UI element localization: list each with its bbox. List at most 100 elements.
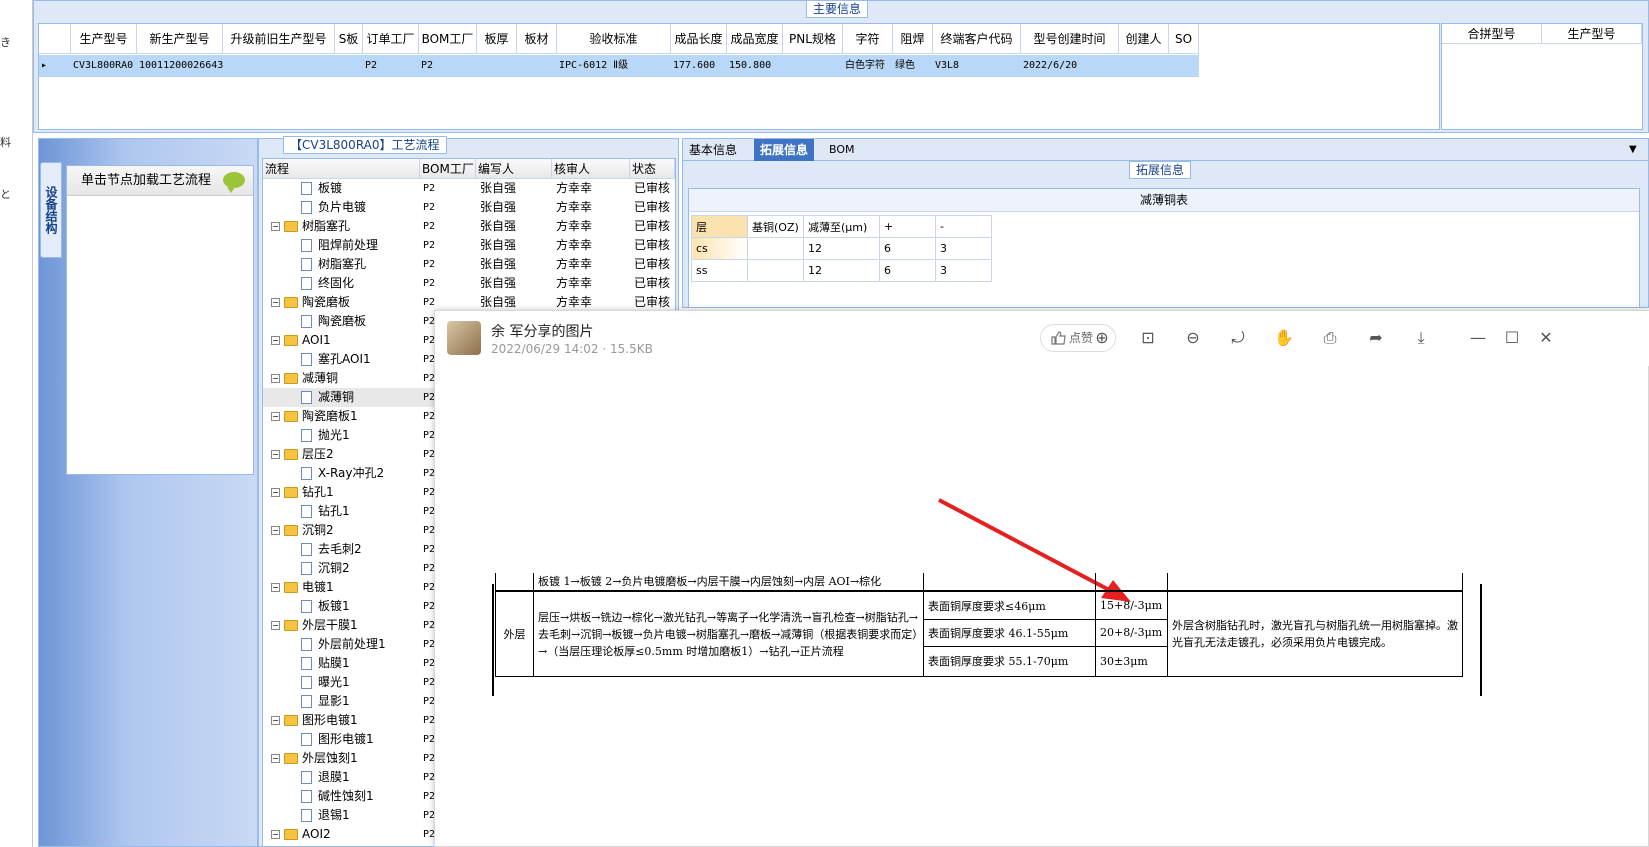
grid-cell[interactable] — [335, 55, 363, 77]
tree-row[interactable]: 终固化 P2 张自强 方幸幸 已审核 — [263, 274, 675, 293]
tree-node[interactable]: 抛光1 — [263, 426, 420, 445]
grid-cell[interactable]: V3L8 — [933, 55, 1021, 77]
collapse-icon[interactable]: − — [271, 583, 280, 592]
tree-node[interactable]: 终固化 — [263, 274, 420, 293]
rotate-icon[interactable]: ⤾ — [1225, 325, 1251, 351]
tree-node[interactable]: 外层前处理1 — [263, 635, 420, 654]
share-icon[interactable]: ➦ — [1363, 325, 1389, 351]
copper-table-cell[interactable] — [747, 259, 804, 282]
maximize-icon[interactable]: ☐ — [1499, 325, 1525, 351]
tree-node[interactable]: 板镀 — [263, 179, 420, 198]
load-flow-hint[interactable]: 单击节点加载工艺流程 — [67, 166, 253, 196]
col-flow[interactable]: 流程 — [263, 159, 420, 178]
column-header[interactable]: 订单工厂 — [363, 24, 419, 54]
download-icon[interactable]: ⤓ — [1408, 325, 1434, 351]
grid-cell[interactable] — [477, 55, 517, 77]
production-model-column[interactable]: 生产型号 — [1542, 24, 1642, 43]
tree-node[interactable]: 退膜1 — [263, 768, 420, 787]
tree-node[interactable]: − 图形电镀1 — [263, 711, 420, 730]
column-header[interactable]: 型号创建时间 — [1021, 24, 1119, 54]
zoom-out-icon[interactable]: ⊖ — [1180, 325, 1206, 351]
fit-icon[interactable]: ⊡ — [1135, 325, 1161, 351]
hand-icon[interactable]: ✋ — [1271, 325, 1297, 351]
tree-node[interactable]: 负片电镀 — [263, 198, 420, 217]
tab-extended-info[interactable]: 拓展信息 — [754, 139, 815, 161]
col-reviewer[interactable]: 核审人 — [552, 159, 630, 178]
chat-bubble-icon[interactable] — [223, 172, 245, 193]
tree-node[interactable]: − 外层干膜1 — [263, 616, 420, 635]
copper-table-cell[interactable]: cs — [691, 237, 748, 260]
column-header[interactable]: 生产型号 — [71, 24, 137, 54]
grid-cell[interactable] — [223, 55, 335, 77]
column-header[interactable]: 创建人 — [1119, 24, 1169, 54]
copper-table-cell[interactable]: 12 — [803, 237, 880, 260]
tree-row[interactable]: − 树脂塞孔 P2 张自强 方幸幸 已审核 — [263, 217, 675, 236]
copper-table-cell[interactable]: 12 — [803, 259, 880, 282]
column-header[interactable]: PNL规格 — [783, 24, 843, 54]
collapse-icon[interactable]: − — [271, 336, 280, 345]
tree-node[interactable]: − 陶瓷磨板1 — [263, 407, 420, 426]
collapse-icon[interactable]: − — [271, 716, 280, 725]
merge-model-column[interactable]: 合拼型号 — [1442, 24, 1542, 43]
tree-node[interactable]: 陶瓷磨板 — [263, 312, 420, 331]
tree-row[interactable]: 树脂塞孔 P2 张自强 方幸幸 已审核 — [263, 255, 675, 274]
tree-node[interactable]: 阻焊前处理 — [263, 236, 420, 255]
column-header[interactable]: SO — [1169, 24, 1199, 54]
grid-cell[interactable]: 10011200026643 — [137, 55, 223, 77]
grid-cell[interactable] — [783, 55, 843, 77]
collapse-icon[interactable]: − — [271, 488, 280, 497]
collapse-icon[interactable]: − — [271, 830, 280, 839]
device-structure-tab[interactable]: 设备结构 — [40, 162, 62, 258]
tree-node[interactable]: 板镀1 — [263, 597, 420, 616]
collapse-icon[interactable]: − — [271, 222, 280, 231]
copper-table-cell[interactable]: 6 — [879, 259, 936, 282]
grid-cell[interactable]: 2022/6/20 — [1021, 55, 1119, 77]
grid-cell[interactable] — [1119, 55, 1169, 77]
column-header[interactable]: 字符 — [843, 24, 893, 54]
tree-node[interactable]: 钻孔1 — [263, 502, 420, 521]
chevron-down-icon[interactable]: ▼ — [1623, 139, 1643, 161]
tab-bom[interactable]: BOM — [823, 139, 861, 161]
copper-table-cell[interactable]: 6 — [879, 237, 936, 260]
tree-node[interactable]: − 层压2 — [263, 445, 420, 464]
tree-node[interactable]: 贴膜1 — [263, 654, 420, 673]
grid-cell[interactable]: P2 — [419, 55, 477, 77]
zoom-in-icon[interactable]: ⊕ — [1089, 325, 1115, 351]
copper-table[interactable]: 层基铜(OZ) 减薄至(μm) + - cs 12 6 3 ss 12 6 3 — [691, 215, 992, 282]
column-header[interactable]: 验收标准 — [557, 24, 671, 54]
grid-cell[interactable]: 绿色 — [893, 55, 933, 77]
minimize-icon[interactable]: — — [1465, 325, 1491, 351]
collapse-icon[interactable]: − — [271, 374, 280, 383]
table-row[interactable]: ▸ CV3L800RA0 10011200026643 P2 P2 IPC-6012 Ⅱ级… — [39, 55, 1199, 77]
grid-cell[interactable]: P2 — [363, 55, 419, 77]
tab-basic-info[interactable]: 基本信息 — [683, 139, 743, 161]
tree-node[interactable]: X-Ray冲孔2 — [263, 464, 420, 483]
column-header[interactable]: S板 — [335, 24, 363, 54]
grid-cell[interactable]: 白色字符 — [843, 55, 893, 77]
print-icon[interactable]: ⎙ — [1317, 325, 1343, 351]
col-bom-factory[interactable]: BOM工厂 — [420, 159, 476, 178]
collapse-icon[interactable]: − — [271, 412, 280, 421]
column-header[interactable]: 新生产型号 — [137, 24, 223, 54]
table-row[interactable]: ss 12 6 3 — [691, 259, 992, 282]
tree-node[interactable]: − 陶瓷磨板 — [263, 293, 420, 312]
tree-node[interactable]: − 沉铜2 — [263, 521, 420, 540]
copper-table-cell[interactable]: 3 — [935, 259, 992, 282]
column-header[interactable]: 成品宽度 — [727, 24, 783, 54]
copper-table-cell[interactable]: ss — [691, 259, 748, 282]
column-header[interactable]: 终端客户代码 — [933, 24, 1021, 54]
tree-node[interactable]: − 减薄铜 — [263, 369, 420, 388]
copper-table-cell[interactable] — [747, 237, 804, 260]
grid-cell[interactable]: IPC-6012 Ⅱ级 — [557, 55, 671, 77]
grid-cell[interactable] — [517, 55, 557, 77]
main-info-grid[interactable]: 生产型号 新生产型号 升级前旧生产型号 S板 订单工厂 BOM工厂 板厚 板材 验收标准 成品长度… — [38, 23, 1440, 130]
tree-row[interactable]: 负片电镀 P2 张自强 方幸幸 已审核 — [263, 198, 675, 217]
col-writer[interactable]: 编写人 — [476, 159, 552, 178]
tree-node[interactable]: − AOI2 — [263, 825, 420, 844]
tree-node[interactable]: − 树脂塞孔 — [263, 217, 420, 236]
tree-node[interactable]: 树脂塞孔 — [263, 255, 420, 274]
grid-corner[interactable] — [39, 24, 71, 54]
tree-node[interactable]: 塞孔AOI1 — [263, 350, 420, 369]
tree-node[interactable]: 碱性蚀刻1 — [263, 787, 420, 806]
tree-node[interactable]: 减薄铜 — [263, 388, 420, 407]
